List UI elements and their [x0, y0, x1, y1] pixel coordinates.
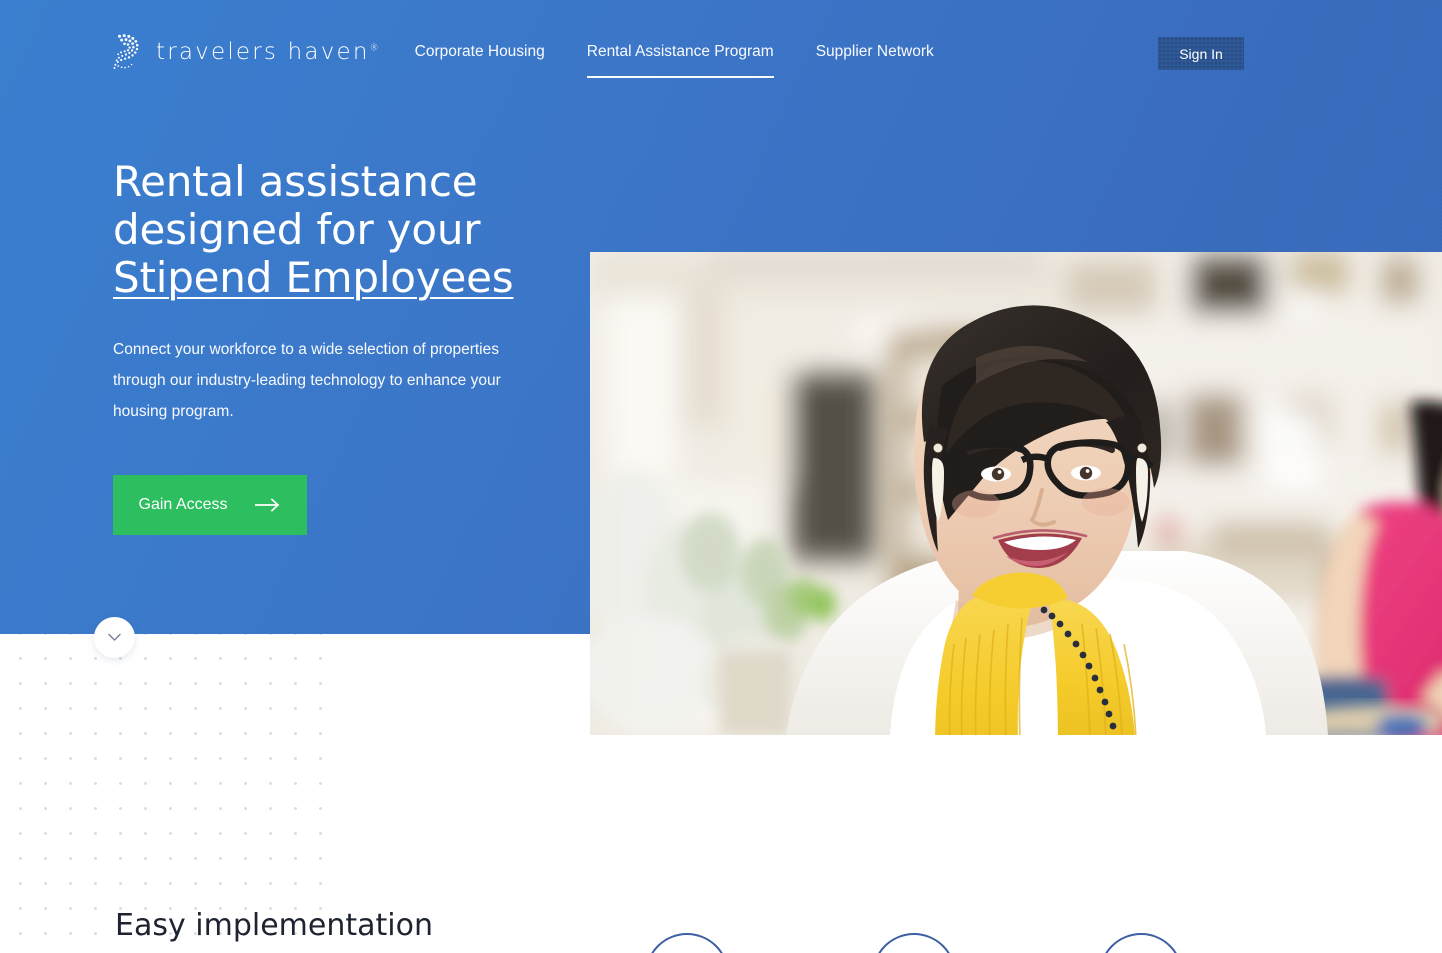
nav-links: Corporate Housing Rental Assistance Prog…	[415, 35, 976, 78]
headline-emphasis: Stipend Employees	[113, 253, 514, 302]
headline-line-2: designed for your	[113, 205, 481, 254]
hero-photo	[590, 252, 1442, 735]
page-title: Rental assistance designed for your Stipen…	[113, 158, 583, 302]
page-root: travelers haven® Corporate Housing Renta…	[0, 0, 1442, 953]
hero-copy: Rental assistance designed for your Stipen…	[113, 158, 583, 535]
sign-in-button[interactable]: Sign In	[1158, 37, 1244, 70]
trademark-symbol: ®	[369, 43, 379, 54]
step-circle-3	[1099, 933, 1183, 953]
top-navigation: travelers haven® Corporate Housing Renta…	[0, 0, 1442, 104]
stippled-swirl-logo-icon	[110, 33, 144, 71]
gain-access-label: Gain Access	[138, 496, 228, 513]
hero-subcopy: Connect your workforce to a wide selecti…	[113, 341, 501, 420]
step-circles	[0, 880, 1442, 953]
gain-access-button[interactable]: Gain Access	[113, 475, 307, 535]
step-circle-2	[872, 933, 956, 953]
headline-line-1: Rental assistance	[113, 157, 478, 206]
nav-link-rental-assistance-program[interactable]: Rental Assistance Program	[586, 35, 774, 78]
brand-name: travelers haven®	[156, 39, 379, 65]
nav-link-supplier-network[interactable]: Supplier Network	[816, 35, 934, 69]
chevron-down-icon	[108, 633, 121, 642]
brand-logo[interactable]: travelers haven®	[110, 33, 379, 71]
nav-link-corporate-housing[interactable]: Corporate Housing	[415, 35, 545, 69]
scroll-down-button[interactable]	[94, 617, 135, 658]
step-circle-1	[645, 933, 729, 953]
arrow-right-icon	[255, 498, 281, 512]
